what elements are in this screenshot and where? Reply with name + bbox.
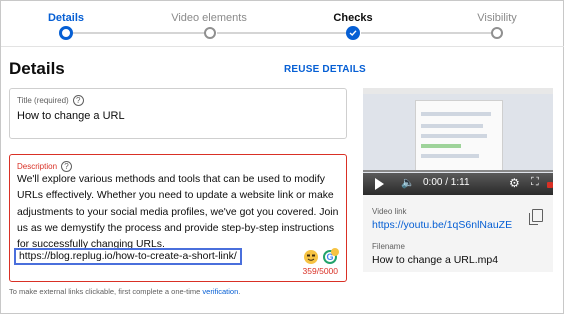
video-controls: 🔈 0:00 / 1:11 ⚙ ⛶ — [363, 173, 553, 195]
title-input[interactable]: How to change a URL — [17, 110, 125, 122]
video-progress-bar[interactable] — [363, 170, 553, 172]
description-field-label-text: Description — [17, 162, 58, 171]
help-icon[interactable]: ? — [72, 95, 84, 106]
hint-suffix: . — [238, 287, 241, 296]
step-track — [73, 32, 205, 34]
notification-badge — [331, 248, 339, 256]
hint-text: To make external links clickable, first … — [9, 287, 203, 296]
description-link[interactable]: https://blog.replug.io/how-to-create-a-s… — [14, 248, 242, 265]
volume-icon[interactable]: 🔈 — [401, 176, 415, 189]
external-links-hint: To make external links clickable, first … — [9, 287, 240, 296]
video-panel: 🔈 0:00 / 1:11 ⚙ ⛶ Video link https://you… — [363, 88, 553, 272]
filename-value: How to change a URL.mp4 — [372, 254, 499, 266]
step-checks-check-icon[interactable] — [346, 26, 360, 40]
step-video-elements-label[interactable]: Video elements — [149, 12, 269, 24]
step-details-label[interactable]: Details — [6, 12, 126, 24]
verification-link[interactable]: verification — [202, 287, 238, 296]
settings-gear-icon[interactable]: ⚙ — [509, 176, 520, 190]
title-field[interactable]: Title (required) ? How to change a URL — [9, 88, 347, 139]
video-time: 0:00 / 1:11 — [423, 177, 470, 188]
grammar-extension-icon[interactable]: G — [323, 248, 339, 264]
step-visibility-label[interactable]: Visibility — [437, 12, 557, 24]
upload-dialog: Details Video elements Checks Visibility… — [0, 0, 564, 314]
reuse-details-button[interactable]: REUSE DETAILS — [284, 64, 366, 75]
description-field-label: Description ? — [17, 161, 73, 172]
step-details-dot[interactable] — [59, 26, 73, 40]
page-title: Details — [9, 59, 65, 78]
copy-icon[interactable] — [529, 209, 543, 225]
video-link-label: Video link — [372, 207, 407, 216]
step-visibility-dot[interactable] — [491, 27, 503, 39]
step-video-elements-dot[interactable] — [204, 27, 216, 39]
fullscreen-icon[interactable]: ⛶ — [531, 176, 539, 189]
filename-label: Filename — [372, 242, 405, 251]
step-checks-label[interactable]: Checks — [293, 12, 413, 24]
title-field-label-text: Title (required) — [17, 96, 69, 105]
step-track — [217, 32, 347, 34]
video-player[interactable]: 🔈 0:00 / 1:11 ⚙ ⛶ — [363, 88, 553, 195]
video-thumbnail — [363, 88, 553, 173]
stepper: Details Video elements Checks Visibility — [1, 1, 564, 47]
description-text[interactable]: We'll explore various methods and tools … — [17, 172, 342, 253]
step-track — [361, 32, 491, 34]
video-link[interactable]: https://youtu.be/1qS6nlNauZE — [372, 219, 512, 231]
description-field[interactable]: Description ? We'll explore various meth… — [9, 154, 347, 282]
character-counter: 359/5000 — [302, 266, 338, 276]
extension-badge-icon — [547, 182, 553, 188]
title-field-label: Title (required) ? — [17, 95, 84, 106]
emoji-picker-icon[interactable] — [304, 250, 318, 264]
help-icon[interactable]: ? — [61, 161, 73, 172]
play-icon[interactable] — [375, 178, 384, 190]
